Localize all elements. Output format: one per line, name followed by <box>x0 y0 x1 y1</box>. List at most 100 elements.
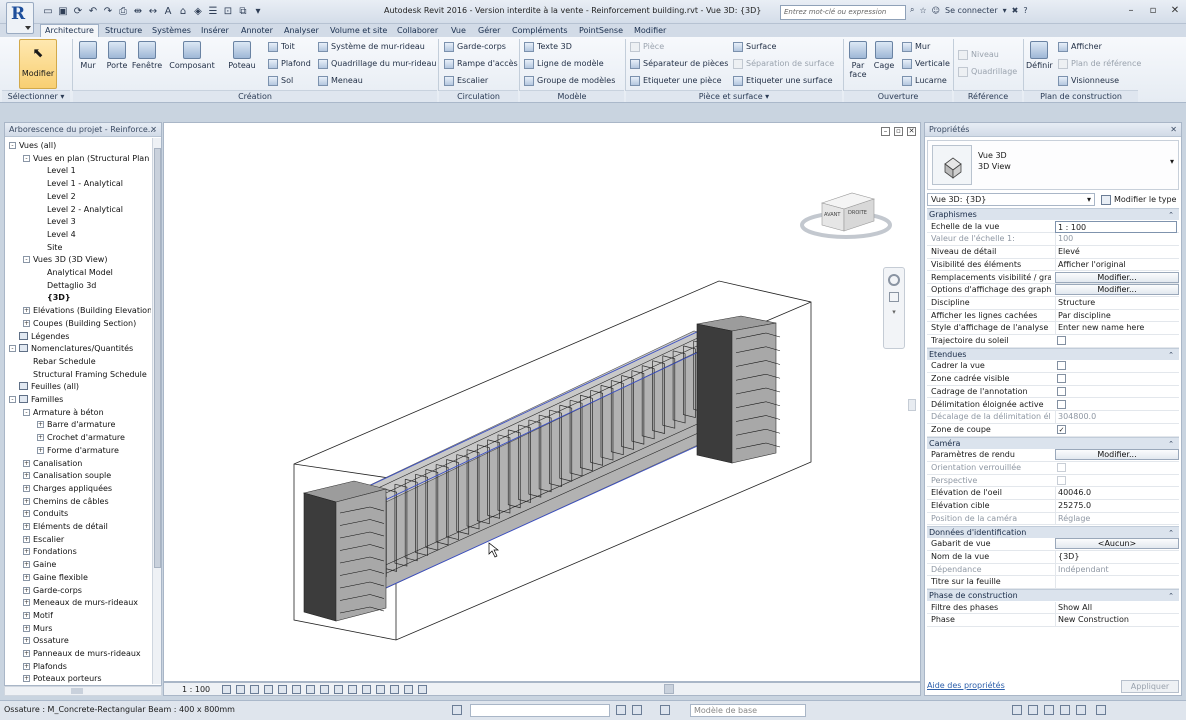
tree-node[interactable]: Level 1 - Analytical <box>37 178 123 190</box>
expand-icon[interactable]: + <box>23 548 30 556</box>
model-line-button[interactable]: Ligne de modèle <box>524 58 604 70</box>
tree-node[interactable]: + Motif <box>23 610 53 622</box>
expand-icon[interactable]: + <box>23 319 30 327</box>
viewport-resize-handle[interactable] <box>908 399 916 411</box>
tag-room-button[interactable]: Etiqueter une pièce <box>630 75 722 87</box>
collapse-icon[interactable]: - <box>9 345 16 353</box>
show-crop-icon[interactable] <box>306 685 315 694</box>
tree-node[interactable]: + Plafonds <box>23 661 67 673</box>
temp-hide-icon[interactable] <box>334 685 343 694</box>
select-pinned-icon[interactable] <box>1044 705 1054 715</box>
room-button[interactable]: Pièce <box>630 41 664 53</box>
expand-icon[interactable]: + <box>23 535 30 543</box>
render-icon[interactable] <box>278 685 287 694</box>
property-section-header[interactable]: Graphismes ⌃ <box>927 208 1179 220</box>
lock-view-icon[interactable] <box>320 685 329 694</box>
collapse-icon[interactable]: ⌃ <box>1168 349 1174 361</box>
model-group-button[interactable]: Groupe de modèles <box>524 75 615 87</box>
tree-node[interactable]: + Fondations <box>23 546 77 558</box>
property-section-header[interactable]: Caméra ⌃ <box>927 436 1179 450</box>
undo-icon[interactable]: ↶ <box>87 5 99 18</box>
save-icon[interactable]: ▣ <box>57 5 69 18</box>
tree-node[interactable]: + Eléments de détail <box>23 521 108 533</box>
collapse-icon[interactable]: - <box>23 256 30 264</box>
property-value[interactable]: 40046.0 <box>1055 487 1177 500</box>
text-icon[interactable]: A <box>162 5 174 18</box>
tree-node[interactable]: Dettaglio 3d <box>37 280 96 292</box>
expand-icon[interactable]: + <box>37 446 44 454</box>
tree-node[interactable]: + Coupes (Building Section) <box>23 318 136 330</box>
nav-bar-options-icon[interactable]: ▾ <box>884 308 904 316</box>
component-button[interactable]: Composant <box>168 41 216 70</box>
property-value[interactable]: Elevé <box>1055 246 1177 259</box>
property-section-header[interactable]: Phase de construction ⌃ <box>927 589 1179 601</box>
railing-button[interactable]: Garde-corps <box>444 41 506 53</box>
tree-node[interactable]: - Armature à béton <box>23 407 104 419</box>
tab-collaborer[interactable]: Collaborer <box>397 25 438 37</box>
zoom-icon[interactable] <box>889 292 899 302</box>
visual-style-icon[interactable] <box>236 685 245 694</box>
tree-node[interactable]: Site <box>37 242 62 254</box>
collapse-icon[interactable]: ⌃ <box>1168 438 1174 450</box>
curtain-system-button[interactable]: Système de mur-rideau <box>318 41 425 53</box>
hscroll-thumb[interactable] <box>71 688 83 694</box>
reveal-hidden-icon[interactable] <box>348 685 357 694</box>
stair-button[interactable]: Escalier <box>444 75 488 87</box>
maximize-button[interactable]: ▫ <box>1146 4 1160 18</box>
redo-icon[interactable]: ↷ <box>102 5 114 18</box>
tree-node[interactable]: Feuilles (all) <box>9 381 79 393</box>
tab-annoter[interactable]: Annoter <box>241 25 273 37</box>
tree-node[interactable]: + Murs <box>23 623 52 635</box>
close-hidden-icon[interactable]: ⊡ <box>222 5 234 18</box>
wall-opening-button[interactable]: Mur <box>902 41 930 53</box>
project-browser-scrollbar[interactable] <box>152 138 161 684</box>
property-edit-button[interactable]: <Aucun> <box>1055 538 1179 550</box>
tree-node[interactable]: + Chemins de câbles <box>23 496 109 508</box>
ref-plane-button[interactable]: Plan de référence <box>1058 58 1141 70</box>
window-button[interactable]: Fenêtre <box>131 41 163 70</box>
drag-on-selection-icon[interactable] <box>1076 705 1086 715</box>
close-button[interactable]: ✕ <box>1168 4 1182 18</box>
tree-node[interactable]: - Vues 3D (3D View) <box>23 254 107 266</box>
sun-path-icon[interactable] <box>250 685 259 694</box>
instance-selector[interactable]: Vue 3D: {3D} ▾ <box>927 193 1095 206</box>
shaft-button[interactable]: Cage <box>872 41 896 70</box>
print-icon[interactable]: ⎙ <box>117 5 129 18</box>
highlight-displacement-icon[interactable] <box>376 685 385 694</box>
tree-node[interactable]: + Meneaux de murs-rideaux <box>23 597 138 609</box>
tab-volume-site[interactable]: Volume et site <box>330 25 387 37</box>
thin-lines-icon[interactable]: ☰ <box>207 5 219 18</box>
refresh-icon[interactable] <box>632 705 642 715</box>
wall-button[interactable]: Mur <box>76 41 100 70</box>
section-icon[interactable]: ◈ <box>192 5 204 18</box>
expand-icon[interactable]: + <box>23 459 30 467</box>
reveal-constraints-icon[interactable] <box>390 685 399 694</box>
expand-icon[interactable]: + <box>23 637 30 645</box>
expand-icon[interactable]: + <box>23 662 30 670</box>
tree-node[interactable]: + Charges appliquées <box>23 483 112 495</box>
curtain-grid-button[interactable]: Quadrillage du mur-rideau <box>318 58 436 70</box>
property-checkbox[interactable] <box>1057 361 1066 371</box>
show-workplane-button[interactable]: Afficher <box>1058 41 1102 53</box>
property-value[interactable]: {3D} <box>1055 550 1177 563</box>
tree-node[interactable]: - Vues en plan (Structural Plan <box>23 153 149 165</box>
area-button[interactable]: Surface <box>733 41 776 53</box>
floor-button[interactable]: Sol <box>268 75 293 87</box>
expand-icon[interactable]: + <box>23 307 30 315</box>
expand-icon[interactable]: + <box>23 561 30 569</box>
property-value[interactable]: Afficher l'original <box>1055 258 1177 271</box>
tree-node[interactable]: + Conduits <box>23 508 68 520</box>
tree-node[interactable]: Level 1 <box>37 165 76 177</box>
expand-icon[interactable]: + <box>23 484 30 492</box>
column-button[interactable]: Poteau <box>226 41 258 70</box>
dimension-icon[interactable]: ↔ <box>147 5 159 18</box>
exchange-icon[interactable]: ✖ <box>1012 6 1019 15</box>
view-scale[interactable]: 1 : 100 <box>182 684 210 696</box>
tree-node[interactable]: + Gaine flexible <box>23 572 88 584</box>
temp-view-properties-icon[interactable] <box>418 685 427 694</box>
tab-analyser[interactable]: Analyser <box>284 25 319 37</box>
tab-inserer[interactable]: Insérer <box>201 25 229 37</box>
collapse-icon[interactable]: - <box>9 396 16 403</box>
property-value[interactable]: New Construction <box>1055 614 1177 627</box>
tree-node[interactable]: + Ossature <box>23 635 69 647</box>
